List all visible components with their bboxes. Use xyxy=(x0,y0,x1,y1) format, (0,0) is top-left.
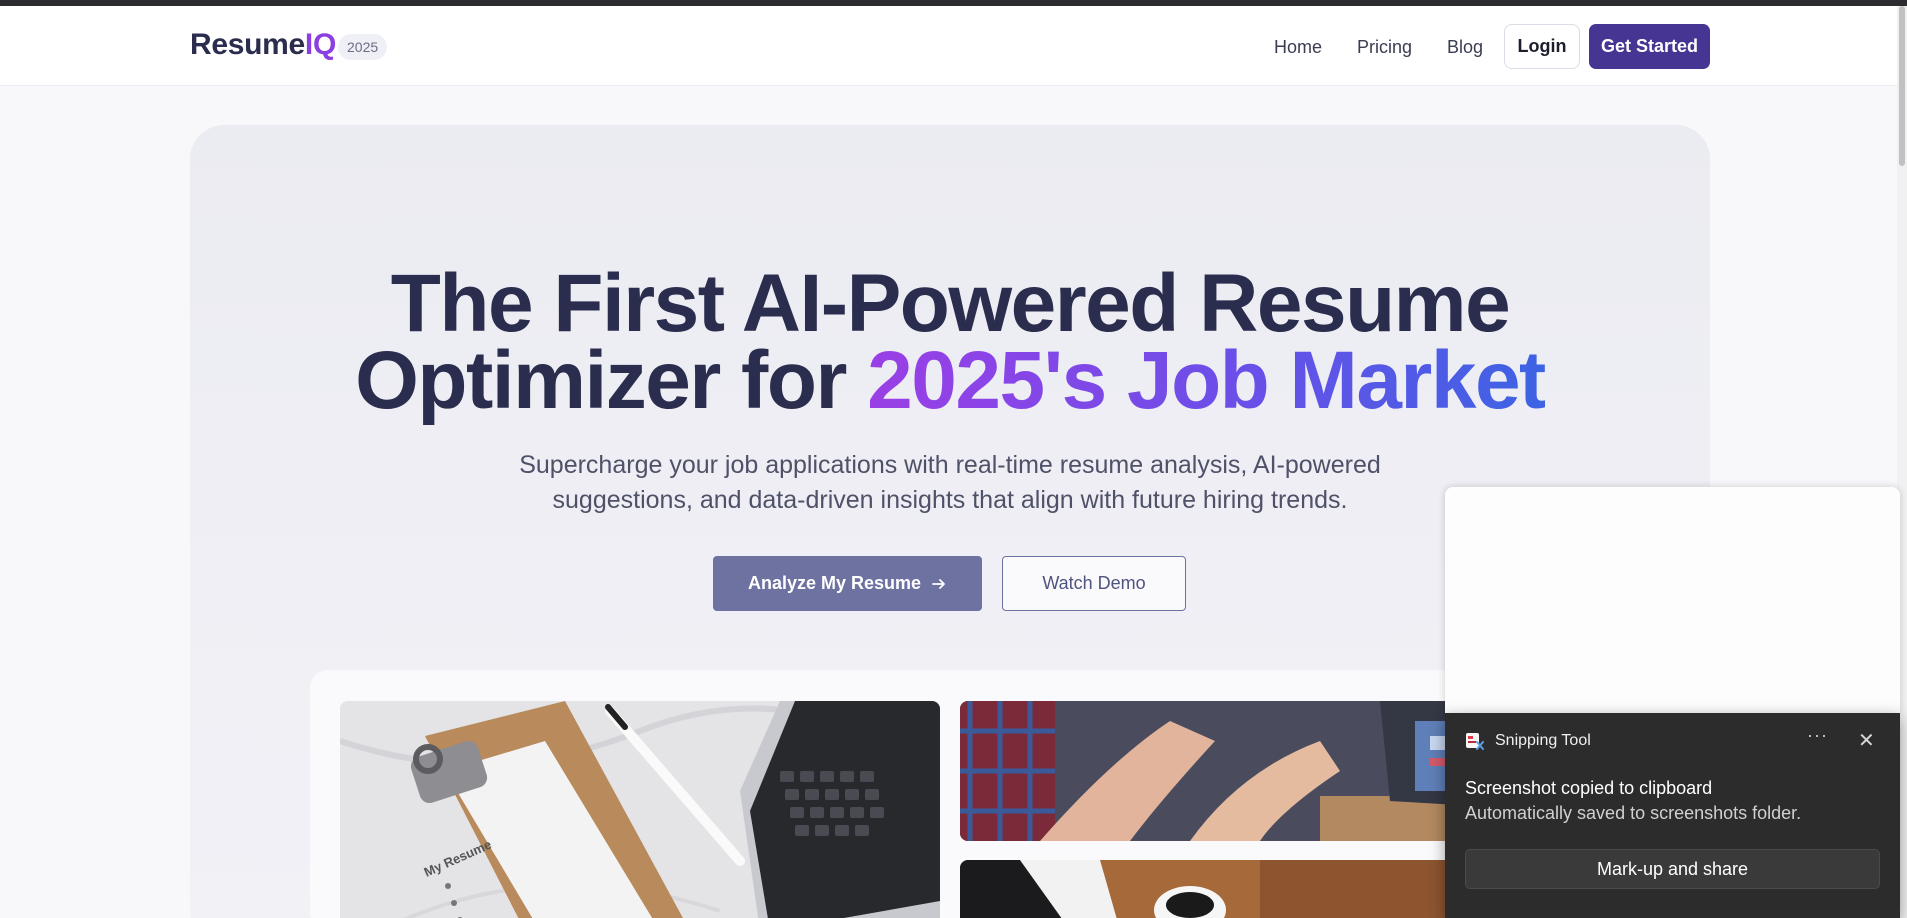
headline-highlight: 2025's Job Market xyxy=(867,335,1546,426)
logo-main-text: Resume xyxy=(190,28,305,61)
toast-message: Automatically saved to screenshots folde… xyxy=(1465,803,1802,823)
hero-headline: The First AI-Powered Resume Optimizer fo… xyxy=(190,263,1710,422)
year-badge: 2025 xyxy=(338,34,388,60)
arrow-right-icon xyxy=(932,578,945,589)
resume-clipboard-image: My Resume xyxy=(340,701,940,918)
snipping-tool-icon xyxy=(1466,733,1484,750)
subtitle-line-1: Supercharge your job applications with r… xyxy=(519,451,1381,479)
analyze-resume-label: Analyze My Resume xyxy=(747,573,922,593)
logo-accent-text: IQ xyxy=(304,28,336,61)
login-button[interactable]: Login xyxy=(1504,24,1580,69)
watch-demo-button[interactable]: Watch Demo xyxy=(1002,556,1186,611)
headline-line-2-prefix: Optimizer for xyxy=(355,335,868,426)
markup-and-share-button[interactable]: Mark-up and share xyxy=(1465,849,1880,889)
toast-app-name: Snipping Tool xyxy=(1495,732,1591,749)
top-navbar: ResumeIQ 2025 Home Pricing Blog Login Ge… xyxy=(0,6,1897,86)
nav-link-blog[interactable]: Blog xyxy=(1447,37,1483,58)
nav-link-pricing[interactable]: Pricing xyxy=(1357,37,1412,58)
close-icon[interactable]: ✕ xyxy=(1858,728,1875,753)
toast-title: Screenshot copied to clipboard xyxy=(1465,778,1713,798)
nav-link-home[interactable]: Home xyxy=(1274,37,1322,58)
more-options-icon[interactable]: ··· xyxy=(1807,725,1828,746)
snipping-tool-notification[interactable]: Snipping Tool ··· ✕ Screenshot copied to… xyxy=(1445,713,1900,918)
site-logo[interactable]: ResumeIQ xyxy=(190,28,336,62)
analyze-resume-button[interactable]: Analyze My Resume xyxy=(713,556,982,611)
notification-preview-area xyxy=(1445,487,1900,713)
get-started-button[interactable]: Get Started xyxy=(1589,24,1710,69)
scrollbar-thumb[interactable] xyxy=(1899,6,1905,166)
